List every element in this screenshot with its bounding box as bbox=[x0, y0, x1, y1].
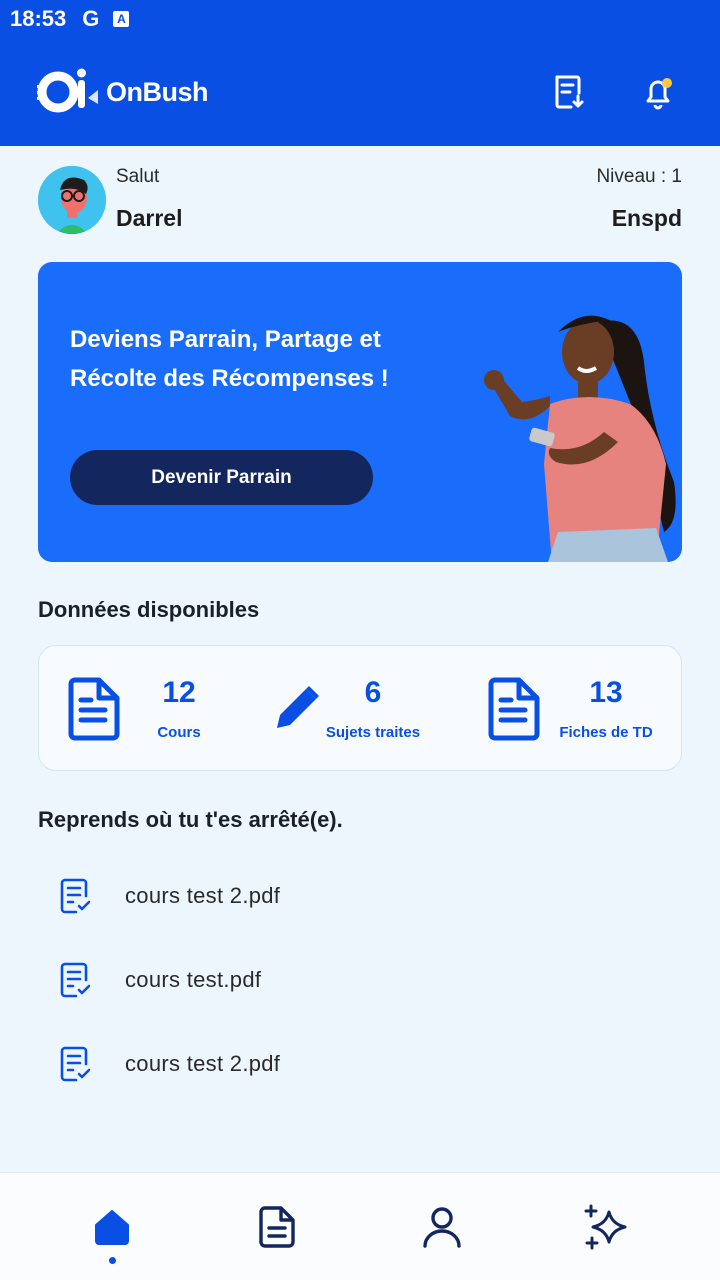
avatar[interactable] bbox=[38, 166, 106, 234]
status-time: 18:53 bbox=[10, 6, 67, 31]
user-name: Darrel bbox=[116, 205, 183, 231]
documents-icon bbox=[259, 1206, 295, 1248]
notifications-button[interactable] bbox=[640, 72, 676, 112]
recent-section-title: Reprends où tu t'es arrêté(e). bbox=[38, 807, 343, 832]
google-icon: G bbox=[82, 6, 100, 31]
app-logo: OnBush bbox=[36, 68, 209, 116]
profile-icon bbox=[423, 1207, 461, 1248]
recent-file-item[interactable]: cours test.pdf bbox=[60, 960, 261, 1000]
document-check-icon bbox=[60, 1046, 91, 1082]
sparkles-icon bbox=[584, 1204, 627, 1250]
banner-text: Deviens Parrain, Partage et Récolte des … bbox=[70, 326, 389, 392]
download-document-button[interactable] bbox=[551, 72, 587, 112]
home-icon bbox=[95, 1210, 129, 1245]
recent-file-name: cours test.pdf bbox=[125, 967, 262, 992]
app-header: 18:53 G A OnBush bbox=[0, 0, 720, 146]
nav-profile[interactable] bbox=[418, 1203, 466, 1251]
document-icon bbox=[487, 676, 541, 747]
recent-file-item[interactable]: cours test 2.pdf bbox=[60, 1044, 280, 1084]
courses-label: Cours bbox=[157, 724, 201, 741]
become-sponsor-button[interactable]: Devenir Parrain bbox=[70, 450, 373, 505]
data-section-title: Données disponibles bbox=[38, 597, 260, 622]
subjects-count: 6 bbox=[364, 676, 382, 709]
status-bar: 18:53 G A bbox=[0, 0, 720, 38]
recent-file-name: cours test 2.pdf bbox=[125, 883, 281, 908]
document-check-icon bbox=[60, 962, 91, 998]
notification-app-icon: A bbox=[113, 11, 130, 27]
nav-documents[interactable] bbox=[254, 1203, 302, 1251]
nav-sparkles[interactable] bbox=[582, 1203, 630, 1251]
recent-file-item[interactable]: cours test 2.pdf bbox=[60, 876, 280, 916]
stats-card: 12 Cours 6 Sujets traites 13 Fiches de T… bbox=[38, 645, 682, 771]
subjects-label: Sujets traites bbox=[325, 724, 421, 741]
document-check-icon bbox=[60, 878, 91, 914]
referral-banner: Deviens Parrain, Partage et Récolte des … bbox=[38, 262, 682, 562]
user-level: Niveau : 1 bbox=[596, 166, 682, 187]
user-school: Enspd bbox=[611, 205, 682, 231]
app-name: OnBush bbox=[106, 76, 209, 107]
bell-icon bbox=[646, 78, 672, 110]
greeting-salutation: Salut bbox=[116, 166, 160, 187]
active-nav-indicator bbox=[109, 1257, 116, 1264]
avatar-illustration bbox=[38, 166, 106, 234]
document-download-icon bbox=[555, 75, 584, 109]
courses-count: 12 bbox=[162, 676, 196, 709]
celebrating-woman-illustration bbox=[484, 315, 676, 562]
nav-home[interactable] bbox=[88, 1203, 136, 1251]
onbush-logo-icon bbox=[37, 68, 98, 113]
td-sheets-count: 13 bbox=[589, 676, 623, 709]
td-sheets-label: Fiches de TD bbox=[559, 724, 653, 741]
recent-file-name: cours test 2.pdf bbox=[125, 1051, 281, 1076]
bottom-navigation bbox=[0, 1172, 720, 1280]
